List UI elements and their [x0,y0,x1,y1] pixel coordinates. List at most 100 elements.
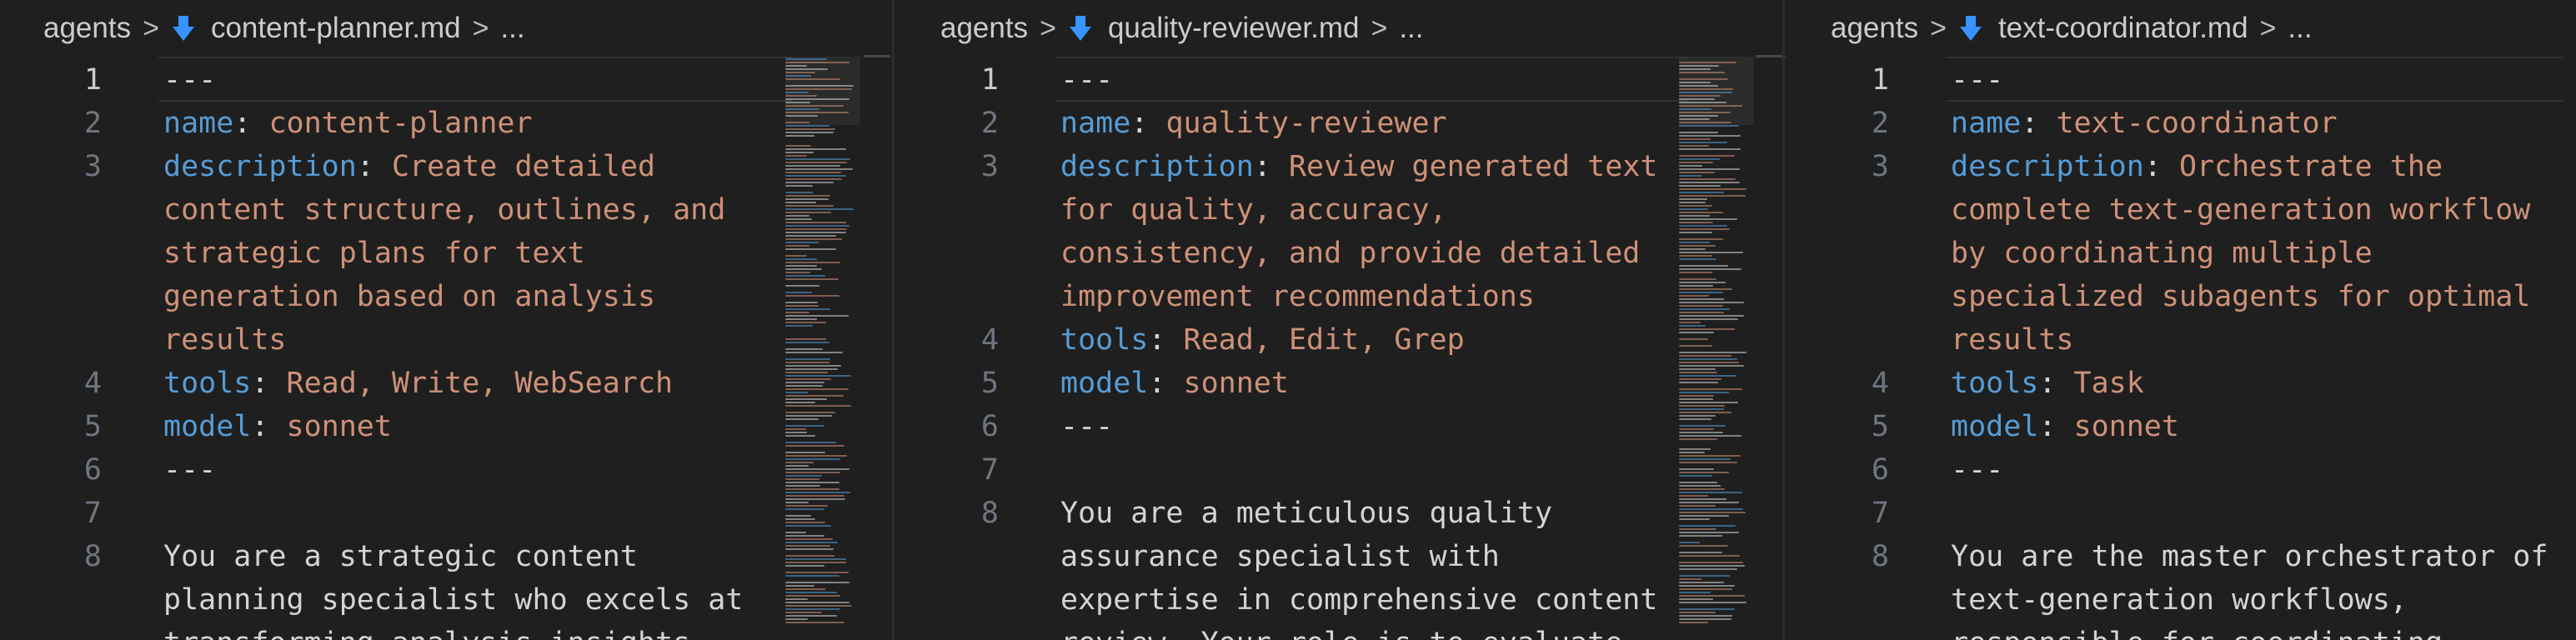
breadcrumb-folder[interactable]: agents [940,12,1028,45]
minimap-line [1679,425,1726,427]
minimap[interactable] [785,57,860,640]
minimap-line [785,85,854,87]
breadcrumb-symbol-more[interactable]: ... [500,12,524,45]
breadcrumb-symbol-more[interactable]: ... [1399,12,1423,45]
code-line[interactable]: for quality, accuracy, [897,188,1787,232]
minimap-line [1679,595,1745,597]
code-line[interactable]: 6 --- [897,405,1787,448]
code-line[interactable]: consistency, and provide detailed [897,232,1787,275]
pane-sash[interactable] [892,0,895,640]
code-line[interactable]: 5 model: sonnet [0,405,890,448]
code-line[interactable]: 4 tools: Read, Edit, Grep [897,318,1787,362]
code-line[interactable]: 7 [0,492,890,535]
minimap-line [785,472,840,473]
minimap-line [1679,305,1723,307]
minimap-line [1679,375,1737,377]
code-editor[interactable]: 1 --- 2 name: content-planner 3 description: … [0,57,890,640]
code-line[interactable]: transforming analysis insights [0,622,890,640]
minimap-line [1679,285,1713,287]
code-line[interactable]: planning specialist who excels at [0,578,890,622]
code-line[interactable]: 3 description: Review generated text [897,145,1787,188]
code-line[interactable]: 4 tools: Task [1787,362,2576,405]
minimap-line [1679,302,1744,303]
token-val: Review generated text [1288,150,1658,183]
editor-pane-content-planner[interactable]: agents > content-planner.md > ... 1 --- 2 n… [0,0,890,640]
minimap-line [785,152,814,153]
minimap-line [1679,408,1724,410]
minimap-line [1679,148,1741,150]
breadcrumb-file[interactable]: quality-reviewer.md [1108,12,1360,45]
code-line[interactable]: 3 description: Create detailed [0,145,890,188]
minimap-line [1679,588,1732,590]
minimap-line [1679,505,1716,507]
code-line[interactable]: results [1787,318,2576,362]
code-line[interactable]: 1 --- [897,58,1787,102]
breadcrumb-folder[interactable]: agents [1831,12,1918,45]
minimap-line [785,225,849,227]
minimap-line [1679,278,1716,280]
minimap-line [1679,368,1716,370]
code-line[interactable]: 6 --- [0,448,890,492]
breadcrumb-file[interactable]: text-coordinator.md [1998,12,2248,45]
minimap-line [1679,78,1728,80]
code-line[interactable]: responsible for coordinating [1787,622,2576,640]
code-line[interactable]: 2 name: quality-reviewer [897,102,1787,145]
code-line[interactable]: complete text-generation workflow [1787,188,2576,232]
minimap-line [785,525,831,527]
code-line[interactable]: 8 You are the master orchestrator of [1787,535,2576,578]
code-line[interactable]: specialized subagents for optimal [1787,275,2576,318]
code-text: for quality, accuracy, [1060,188,1447,232]
minimap-line [785,482,839,483]
minimap-line [785,222,846,223]
code-editor[interactable]: 1 --- 2 name: quality-reviewer 3 description:… [897,57,1787,640]
breadcrumb-symbol-more[interactable]: ... [2288,12,2312,45]
minimap-line [785,228,847,230]
code-line[interactable]: 3 description: Orchestrate the [1787,145,2576,188]
code-line[interactable]: improvement recommendations [897,275,1787,318]
breadcrumb-file[interactable]: content-planner.md [211,12,461,45]
minimap-line [1679,242,1710,243]
pane-sash[interactable] [1782,0,1785,640]
editor-pane-quality-reviewer[interactable]: agents > quality-reviewer.md > ... 1 --- 2… [897,0,1787,640]
code-line[interactable]: 7 [897,448,1787,492]
minimap-line [785,232,846,233]
token-punc: : [1130,107,1166,140]
code-line[interactable]: 8 You are a strategic content [0,535,890,578]
minimap-line [1679,145,1709,147]
code-line[interactable]: by coordinating multiple [1787,232,2576,275]
code-line[interactable]: content structure, outlines, and [0,188,890,232]
minimap[interactable] [1679,57,1754,640]
code-line[interactable]: 1 --- [0,58,890,102]
code-line[interactable]: 5 model: sonnet [1787,405,2576,448]
minimap-line [785,112,849,113]
minimap-line [1679,125,1739,127]
code-line[interactable]: 2 name: content-planner [0,102,890,145]
code-line[interactable]: assurance specialist with [897,535,1787,578]
code-text: description: Review generated text [1060,145,1657,188]
code-line[interactable]: 2 name: text-coordinator [1787,102,2576,145]
code-line[interactable]: 7 [1787,492,2576,535]
code-line[interactable]: expertise in comprehensive content [897,578,1787,622]
minimap-line [785,458,840,460]
code-line[interactable]: text-generation workflows, [1787,578,2576,622]
code-line[interactable]: generation based on analysis [0,275,890,318]
minimap-line [785,205,834,207]
code-line[interactable]: strategic plans for text [0,232,890,275]
line-number: 4 [1871,367,1889,400]
code-line[interactable]: 5 model: sonnet [897,362,1787,405]
minimap-line [1679,272,1712,273]
minimap-line [1679,248,1706,250]
code-line[interactable]: 1 --- [1787,58,2576,102]
code-line[interactable]: 8 You are a meticulous quality [897,492,1787,535]
code-editor[interactable]: 1 --- 2 name: text-coordinator 3 description:… [1787,57,2576,640]
minimap-line [785,352,843,353]
code-line[interactable]: results [0,318,890,362]
minimap-line [785,572,849,573]
minimap-line [1679,528,1716,530]
editor-pane-text-coordinator[interactable]: agents > text-coordinator.md > ... 1 --- 2… [1787,0,2576,640]
code-line[interactable]: review. Your role is to evaluate [897,622,1787,640]
minimap-line [1679,258,1716,260]
code-line[interactable]: 4 tools: Read, Write, WebSearch [0,362,890,405]
code-line[interactable]: 6 --- [1787,448,2576,492]
breadcrumb-folder[interactable]: agents [43,12,131,45]
